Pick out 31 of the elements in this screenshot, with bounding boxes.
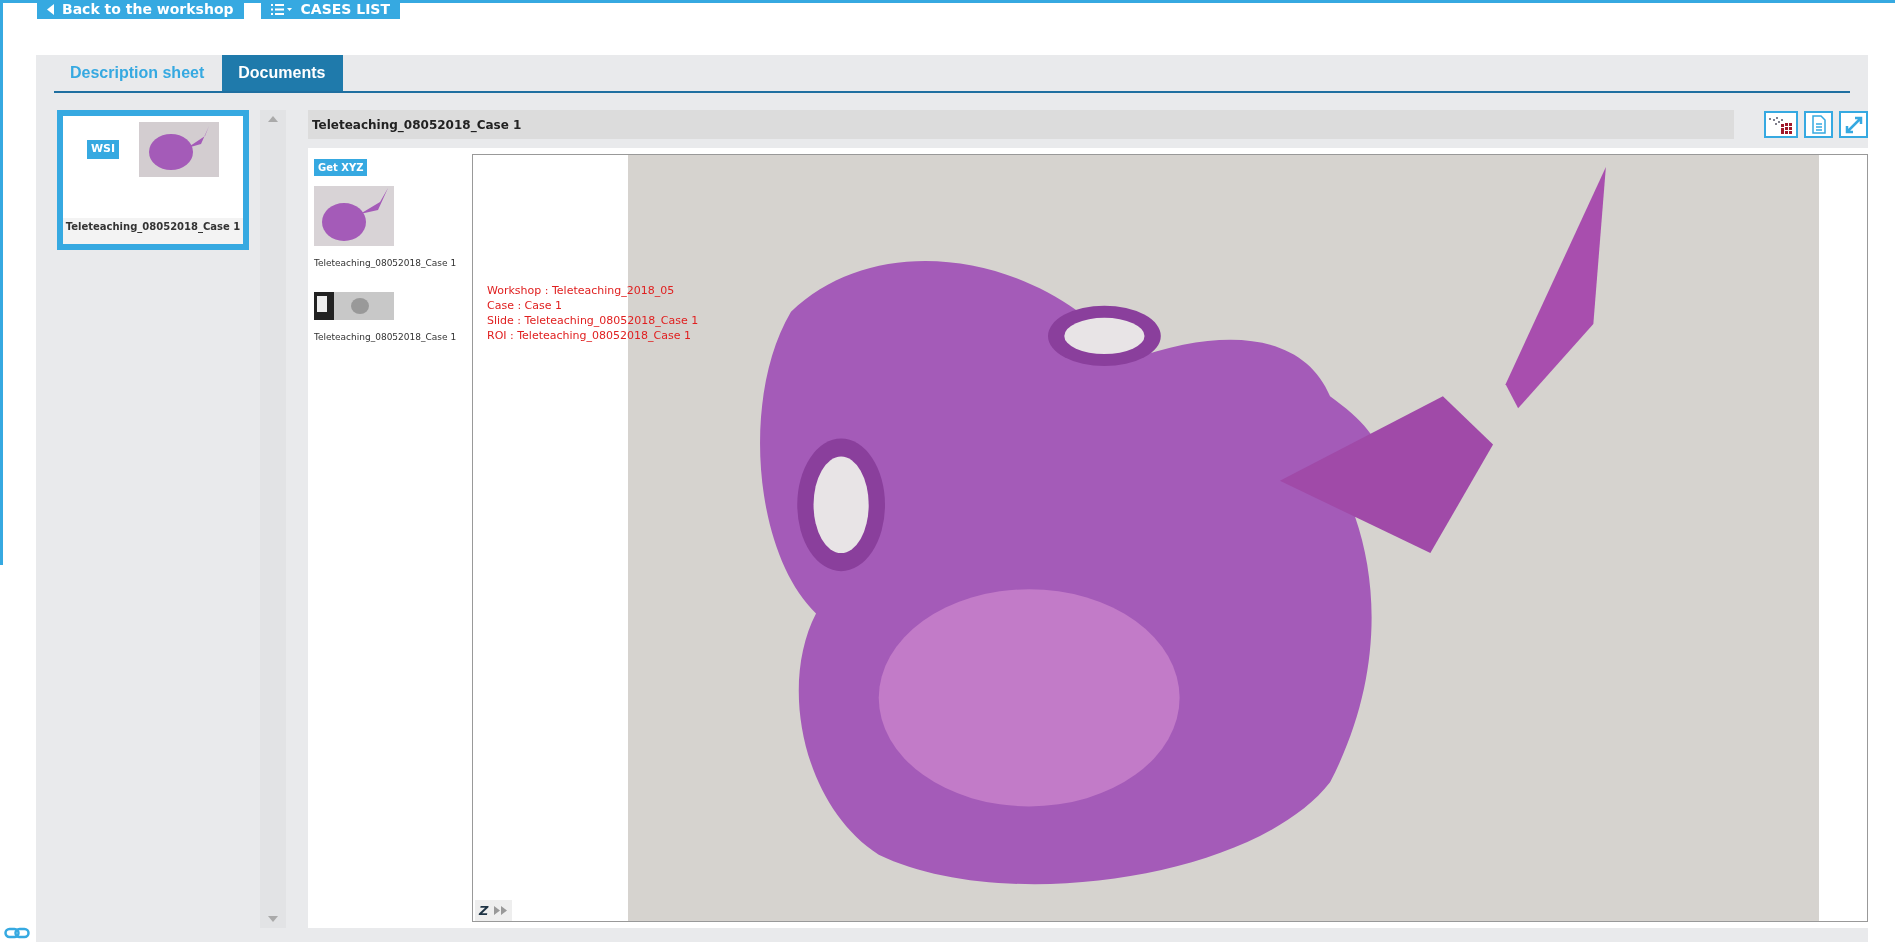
overlay-text: Case : Case 1 [487,298,564,313]
scrollbar[interactable] [260,110,286,928]
wsi-badge: WSI [86,140,120,159]
scroll-up-icon[interactable] [268,116,278,122]
expand-icon [1843,114,1864,135]
zoom-control[interactable]: Z [475,899,513,921]
overlay-text: ROI : Teleteaching_08052018_Case 1 [487,328,692,343]
fullscreen-button[interactable] [1839,111,1868,138]
thumbnail-label: Teleteaching_08052018_Case 1 [314,257,458,270]
document-card[interactable]: WSI Teleteaching_08052018_Case 1 [57,110,249,250]
document-title: Teleteaching_08052018_Case 1 [308,110,1734,139]
overlay-text: Slide : Teleteaching_08052018_Case 1 [487,313,699,328]
document-button[interactable] [1804,111,1833,138]
fast-forward-icon[interactable] [494,905,509,915]
list-menu-icon [270,4,293,15]
slide-tiles-button[interactable] [1764,111,1798,138]
overlay-text: Workshop : Teleteaching_2018_05 [487,283,676,298]
zoom-label[interactable]: Z [479,900,489,920]
tiles-icon [1767,115,1795,134]
link-icon[interactable] [4,927,30,939]
slide-thumbnail[interactable] [314,186,394,246]
cases-list-button[interactable]: CASES LIST [260,0,400,19]
scroll-down-icon[interactable] [268,916,278,922]
document-label: Teleteaching_08052018_Case 1 [63,218,243,244]
slide-label-thumbnail[interactable] [314,292,394,320]
document-icon [1811,115,1826,134]
tab[interactable]: Documents [222,55,344,91]
caret-left-icon [47,4,54,15]
get-xyz-button[interactable]: Get XYZ [314,159,368,176]
thumbnail-label: Teleteaching_08052018_Case 1 [314,331,458,344]
back-button[interactable]: Back to the workshop [37,0,244,19]
